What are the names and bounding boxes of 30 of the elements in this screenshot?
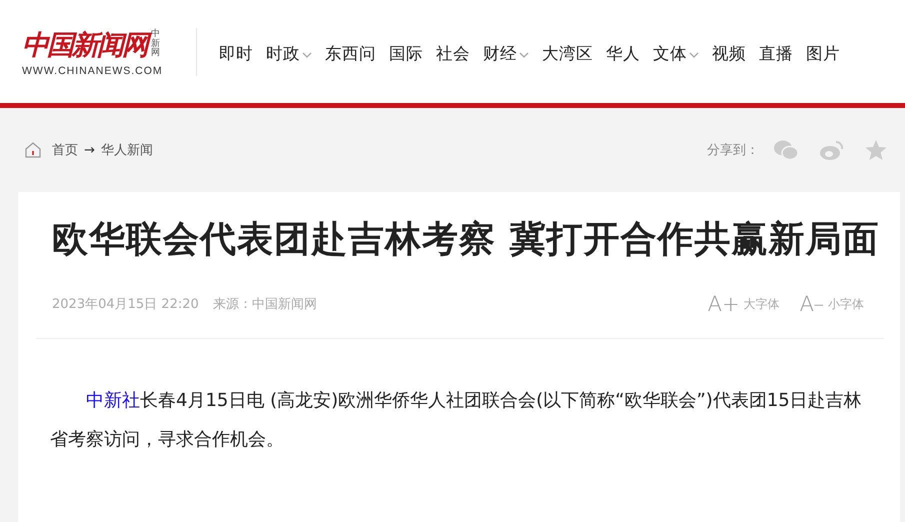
share-label: 分享到： [707,142,759,159]
nav-link[interactable]: 国际 [389,42,423,64]
nav-link[interactable]: 即时 [219,42,253,64]
caret-icon [689,52,699,58]
home-icon[interactable] [24,141,42,159]
chat-bubbles-icon[interactable] [773,139,799,161]
nav-link[interactable]: 大湾区 [542,42,593,64]
source-link[interactable]: 中新社 [86,390,140,411]
breadcrumb-link[interactable]: 华人新闻 [100,141,153,159]
weibo-eye-icon[interactable] [819,139,845,161]
logo-url: WWW.CHINANEWS.COM [22,64,164,76]
nav-link[interactable]: 图片 [806,42,840,64]
nav-link[interactable]: 视频 [712,42,746,64]
nav-link[interactable]: 华人 [606,42,640,64]
article-title: 欧华联会代表团赴吉林考察 冀打开合作共赢新局面 [52,218,881,262]
nav-link[interactable]: 直播 [759,42,793,64]
breadcrumb-separator: → [84,142,95,158]
nav-link[interactable]: 时政 [266,42,312,64]
nav-link[interactable]: 文体 [653,42,699,64]
publish-date: 2023年04月15日 22:20 [52,296,199,313]
logo-small-text: 中新网 [151,30,160,60]
nav-link[interactable]: 社会 [436,42,470,64]
star-icon[interactable] [865,139,887,161]
nav-link[interactable]: 财经 [483,42,529,64]
breadcrumb-link[interactable]: 首页 [52,141,78,159]
article-paragraph: 中新社长春4月15日电 (高龙安)欧洲华侨华人社团联合会(以下简称“欧华联会”)代表团15日赴吉林省考察访问，寻求合作机会。 [50,389,863,452]
caret-icon [519,52,529,58]
article-source: 来源：中国新闻网 [212,296,317,313]
nav-link[interactable]: 东西问 [325,42,376,64]
caret-icon [302,52,312,58]
